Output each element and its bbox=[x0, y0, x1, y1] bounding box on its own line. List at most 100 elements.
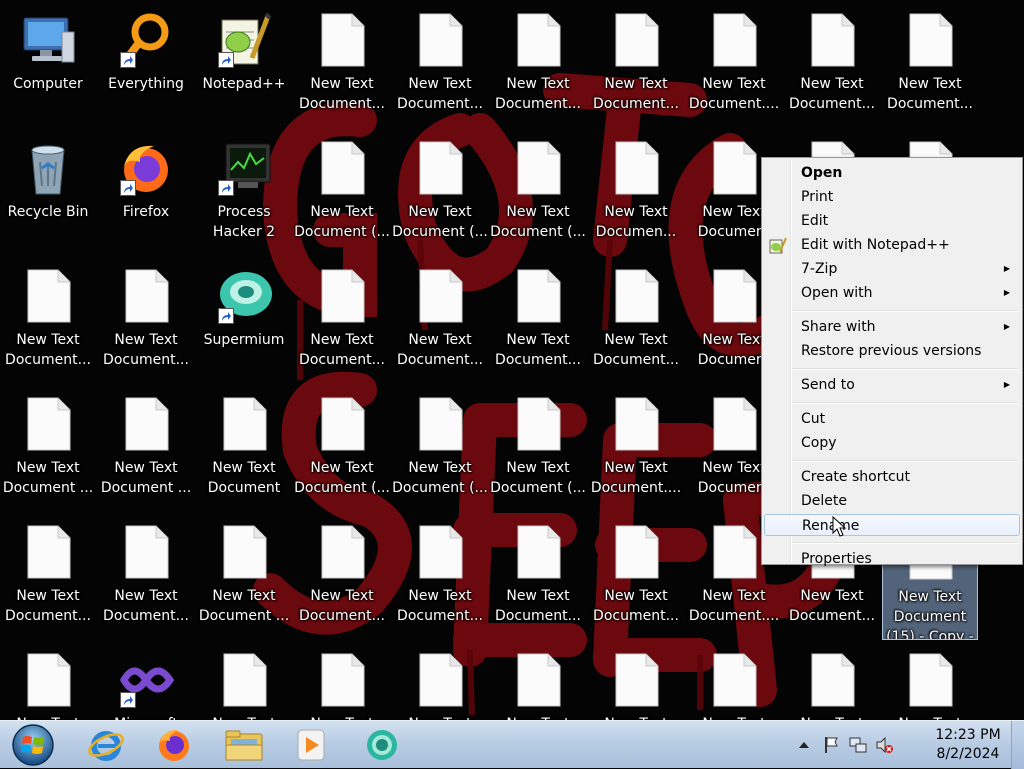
desktop-file-icon[interactable]: New Text bbox=[294, 644, 390, 720]
desktop-file-icon[interactable]: New Text Document ... bbox=[98, 388, 194, 512]
taskbar-internet-explorer[interactable] bbox=[80, 725, 132, 765]
desktop-file-icon[interactable]: New Text bbox=[196, 644, 292, 720]
text-document-icon bbox=[508, 266, 568, 326]
text-document-icon bbox=[606, 10, 666, 70]
volume-button[interactable] bbox=[874, 735, 894, 755]
desktop-icon-supermium[interactable]: Supermium bbox=[196, 260, 292, 384]
desktop-icon-label: New Text Document... bbox=[593, 76, 679, 112]
text-document-icon bbox=[410, 10, 470, 70]
desktop-file-icon[interactable]: New Text Document... bbox=[294, 516, 390, 640]
menu-item-open-with[interactable]: Open with ▶ bbox=[764, 282, 1020, 304]
computer-icon bbox=[18, 10, 78, 70]
desktop-file-icon[interactable]: New Text Documen... bbox=[588, 132, 684, 256]
text-document-icon bbox=[410, 650, 470, 710]
desktop-file-icon[interactable]: New Text bbox=[882, 644, 978, 720]
shortcut-arrow-icon bbox=[120, 52, 136, 68]
desktop-file-icon[interactable]: New Text Document (... bbox=[392, 132, 488, 256]
menu-item-send-to[interactable]: Send to ▶ bbox=[764, 374, 1020, 396]
menu-item-label: Send to bbox=[801, 377, 855, 393]
menu-separator bbox=[792, 542, 1018, 544]
menu-item-cut[interactable]: Cut bbox=[764, 408, 1020, 430]
everything-icon bbox=[116, 10, 176, 70]
desktop-file-icon[interactable]: New Text bbox=[686, 644, 782, 720]
menu-item-restore-previous-versions[interactable]: Restore previous versions bbox=[764, 340, 1020, 362]
submenu-arrow-icon: ▶ bbox=[1003, 380, 1010, 389]
desktop-file-icon[interactable]: New Text Document (... bbox=[490, 132, 586, 256]
action-center-button[interactable] bbox=[822, 735, 842, 755]
taskbar-firefox[interactable] bbox=[148, 725, 200, 765]
desktop-file-icon[interactable]: New Text Document... bbox=[490, 516, 586, 640]
desktop-file-icon[interactable]: New Text Document... bbox=[98, 516, 194, 640]
menu-item-rename[interactable]: Rename bbox=[764, 514, 1020, 536]
desktop-file-icon[interactable]: New Text Document bbox=[196, 388, 292, 512]
supermium-icon bbox=[214, 266, 274, 326]
desktop-icon-label: New Text Document.... bbox=[688, 588, 780, 624]
desktop-file-icon[interactable]: New Text bbox=[0, 644, 96, 720]
desktop-file-icon[interactable]: New Text Document (... bbox=[294, 132, 390, 256]
menu-item-print[interactable]: Print bbox=[764, 186, 1020, 208]
desktop-file-icon[interactable]: New Text Document... bbox=[294, 4, 390, 128]
start-button[interactable] bbox=[2, 724, 64, 766]
firefox-icon bbox=[159, 729, 189, 761]
desktop-file-icon[interactable]: New Text Document ... bbox=[0, 388, 96, 512]
desktop-icon-everything[interactable]: Everything bbox=[98, 4, 194, 128]
menu-item-properties[interactable]: Properties bbox=[764, 548, 1020, 570]
desktop-file-icon[interactable]: New Text Document ... bbox=[196, 516, 292, 640]
desktop-file-icon[interactable]: New Text Document.... bbox=[588, 388, 684, 512]
flag-icon bbox=[825, 737, 838, 753]
menu-item-create-shortcut[interactable]: Create shortcut bbox=[764, 466, 1020, 488]
desktop-icon-label: New Text Document... bbox=[887, 76, 973, 112]
text-document-icon bbox=[116, 522, 176, 582]
show-hidden-icons-button[interactable] bbox=[794, 735, 814, 755]
desktop-file-icon[interactable]: New Text Document... bbox=[882, 4, 978, 128]
desktop-file-icon[interactable]: New Text Document... bbox=[588, 4, 684, 128]
clock[interactable]: 12:23 PM 8/2/2024 bbox=[928, 726, 1008, 764]
menu-item-edit[interactable]: Edit bbox=[764, 210, 1020, 232]
menu-item-share-with[interactable]: Share with ▶ bbox=[764, 316, 1020, 338]
clock-date: 8/2/2024 bbox=[936, 746, 1000, 762]
desktop-file-icon[interactable]: New Text Document... bbox=[294, 260, 390, 384]
desktop-file-icon[interactable]: New Text Document (... bbox=[490, 388, 586, 512]
menu-item-delete[interactable]: Delete bbox=[764, 490, 1020, 512]
desktop-file-icon[interactable]: New Text Document.... bbox=[686, 4, 782, 128]
taskbar-supermium[interactable] bbox=[356, 725, 408, 765]
show-desktop-button[interactable] bbox=[1011, 721, 1024, 769]
desktop-icon-notepadpp[interactable]: Notepad++ bbox=[196, 4, 292, 128]
desktop-icon-label: New Text Document... bbox=[593, 588, 679, 624]
desktop-file-icon[interactable]: New Text Document... bbox=[392, 4, 488, 128]
menu-item-label: Delete bbox=[801, 493, 847, 509]
desktop-icon-recycle[interactable]: Recycle Bin bbox=[0, 132, 96, 256]
desktop-file-icon[interactable]: New Text bbox=[392, 644, 488, 720]
desktop-icon-computer[interactable]: Computer bbox=[0, 4, 96, 128]
text-document-icon bbox=[116, 394, 176, 454]
menu-item-7-zip[interactable]: 7-Zip ▶ bbox=[764, 258, 1020, 280]
desktop-file-icon[interactable]: New Text bbox=[490, 644, 586, 720]
network-button[interactable] bbox=[848, 735, 868, 755]
text-document-icon bbox=[18, 522, 78, 582]
desktop-icon-processhacker[interactable]: Process Hacker 2 bbox=[196, 132, 292, 256]
desktop-file-icon[interactable]: New Text Document... bbox=[0, 516, 96, 640]
desktop-file-icon[interactable]: New Text Document... bbox=[588, 516, 684, 640]
taskbar-media-player[interactable] bbox=[286, 725, 338, 765]
desktop-file-icon[interactable]: New Text Document (... bbox=[392, 388, 488, 512]
desktop-file-icon[interactable]: New Text Document (... bbox=[294, 388, 390, 512]
desktop-file-icon[interactable]: New Text bbox=[784, 644, 880, 720]
desktop-file-icon[interactable]: New Text Document... bbox=[784, 4, 880, 128]
desktop-file-icon[interactable]: New Text Document... bbox=[490, 260, 586, 384]
desktop-file-icon[interactable]: New Text bbox=[588, 644, 684, 720]
desktop-icon-label: New Text Document (... bbox=[392, 204, 488, 240]
desktop-icon-firefox[interactable]: Firefox bbox=[98, 132, 194, 256]
text-document-icon bbox=[214, 522, 274, 582]
taskbar-windows-explorer[interactable] bbox=[218, 725, 270, 765]
desktop-file-icon[interactable]: New Text Document... bbox=[588, 260, 684, 384]
menu-item-open[interactable]: Open bbox=[764, 162, 1020, 184]
desktop-icon-vs[interactable]: Microsoft bbox=[98, 644, 194, 720]
desktop-file-icon[interactable]: New Text Document... bbox=[392, 516, 488, 640]
menu-item-edit-with-notepad[interactable]: Edit with Notepad++ bbox=[764, 234, 1020, 256]
desktop-file-icon[interactable]: New Text Document... bbox=[490, 4, 586, 128]
desktop-file-icon[interactable]: New Text Document... bbox=[98, 260, 194, 384]
menu-item-copy[interactable]: Copy bbox=[764, 432, 1020, 454]
shortcut-arrow-icon bbox=[218, 180, 234, 196]
desktop-file-icon[interactable]: New Text Document... bbox=[392, 260, 488, 384]
desktop-file-icon[interactable]: New Text Document... bbox=[0, 260, 96, 384]
